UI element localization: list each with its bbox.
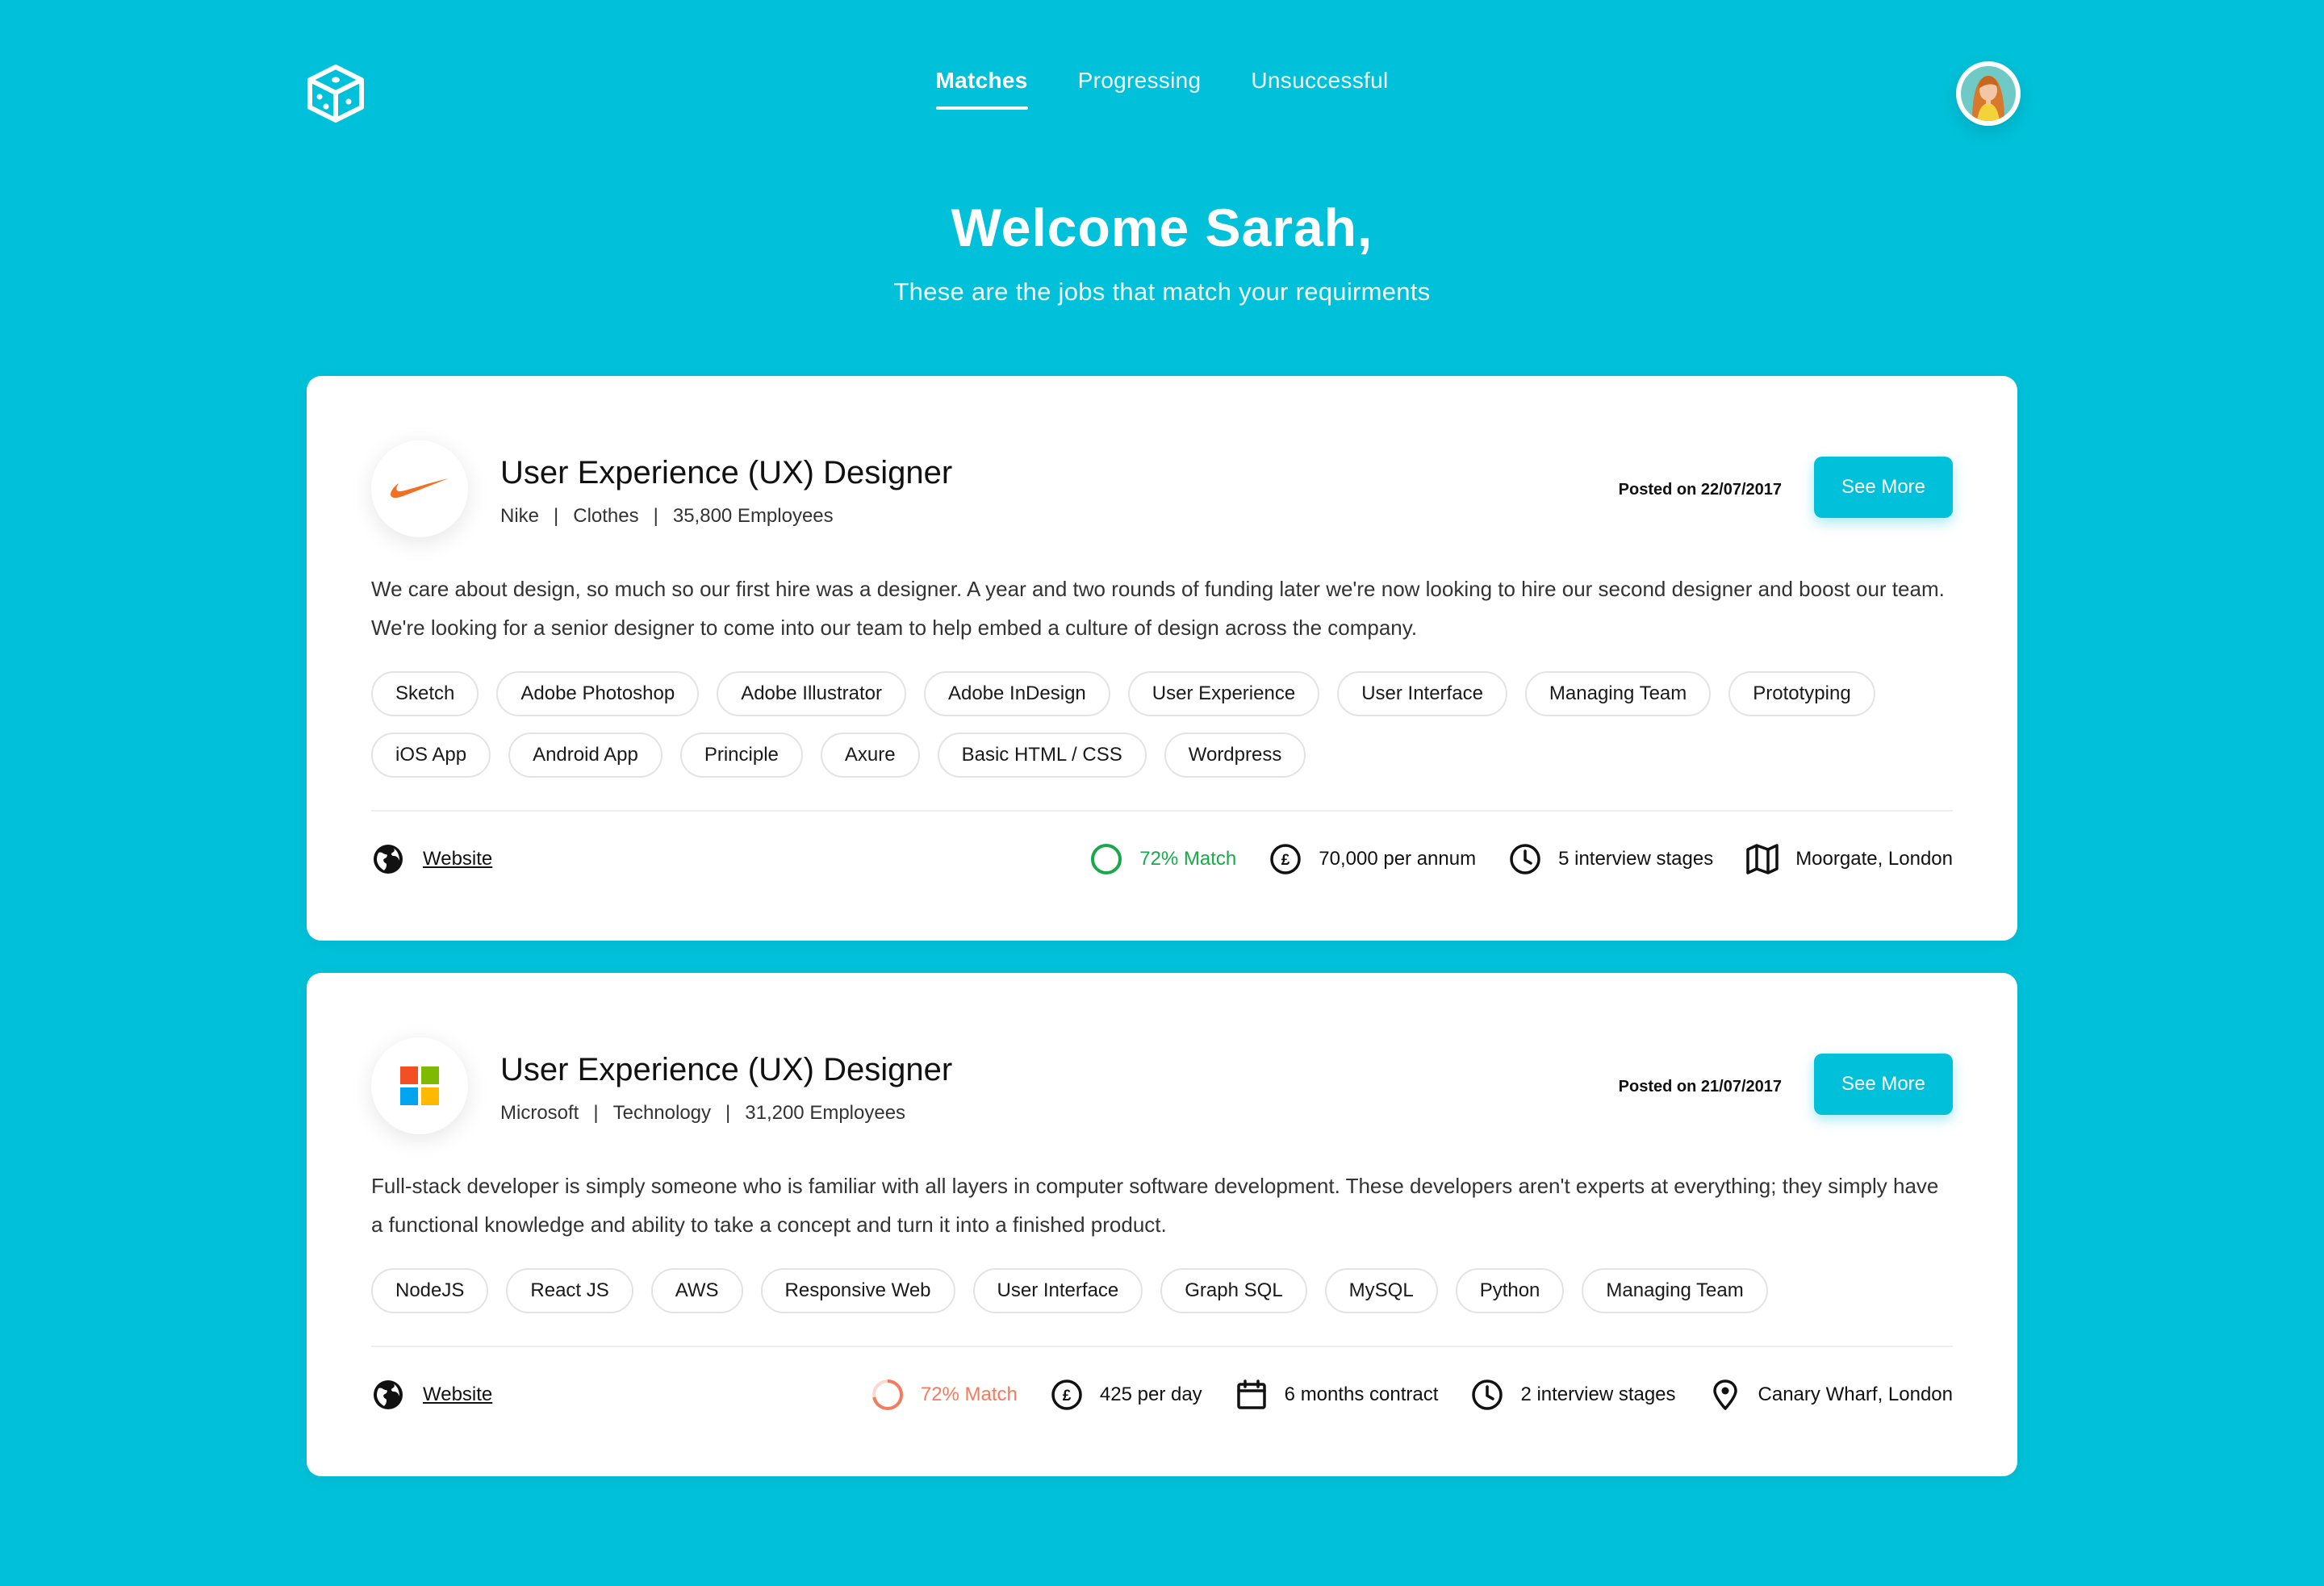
skill-tag[interactable]: Principle <box>679 732 803 778</box>
contract-label: 6 months contract <box>1284 1384 1439 1405</box>
svg-text:£: £ <box>1281 852 1290 869</box>
skill-tag[interactable]: Wordpress <box>1164 732 1306 778</box>
company-name: Microsoft <box>500 1102 579 1124</box>
salary-label: 70,000 per annum <box>1319 848 1477 870</box>
match-score: 72% Match <box>871 1378 1018 1412</box>
skill-tags: NodeJS React JS AWS Responsive Web User … <box>371 1268 1953 1313</box>
website-link[interactable]: Website <box>371 842 492 876</box>
skill-tag[interactable]: Adobe Illustrator <box>717 671 906 716</box>
contract-length: 6 months contract <box>1235 1378 1439 1412</box>
salary: £ 70,000 per annum <box>1269 842 1476 876</box>
clock-icon <box>1470 1378 1504 1412</box>
job-title[interactable]: User Experience (UX) Designer <box>500 455 952 491</box>
salary: £ 425 per day <box>1050 1378 1202 1412</box>
skill-tag[interactable]: User Interface <box>1337 671 1507 716</box>
company-meta: Nike | Clothes | 35,800 Employees <box>500 505 834 528</box>
skill-tag[interactable]: Android App <box>508 732 663 778</box>
location: Moorgate, London <box>1745 842 1953 876</box>
calendar-icon <box>1235 1378 1269 1412</box>
job-description: We care about design, so much so our fir… <box>371 577 1945 640</box>
posted-date: Posted on 22/07/2017 <box>1618 481 1782 499</box>
welcome-title: Welcome Sarah, <box>951 198 1373 257</box>
location-label: Canary Wharf, London <box>1758 1384 1953 1405</box>
see-more-button[interactable]: See More <box>1814 1054 1953 1115</box>
page: Matches Progressing Unsuccessful Welcome… <box>0 0 2324 1586</box>
company-meta: Microsoft | Technology | 31,200 Employees <box>500 1102 905 1125</box>
skill-tag[interactable]: NodeJS <box>371 1268 489 1313</box>
interview-label: 5 interview stages <box>1558 848 1714 870</box>
skill-tag[interactable]: Graph SQL <box>1160 1268 1307 1313</box>
job-title[interactable]: User Experience (UX) Designer <box>500 1052 952 1088</box>
skill-tag[interactable]: Adobe Photoshop <box>496 671 700 716</box>
skill-tag[interactable]: React JS <box>506 1268 633 1313</box>
match-ring-icon <box>1089 842 1123 876</box>
location-pin-icon <box>1708 1378 1742 1412</box>
skill-tag[interactable]: Responsive Web <box>760 1268 955 1313</box>
website-label: Website <box>423 848 493 870</box>
pound-icon: £ <box>1050 1378 1084 1412</box>
location-label: Moorgate, London <box>1795 848 1953 870</box>
company-employees: 35,800 Employees <box>672 505 834 527</box>
divider <box>371 810 1953 812</box>
job-card: User Experience (UX) Designer Nike | Cloth… <box>307 376 2017 941</box>
website-label: Website <box>423 1384 493 1405</box>
job-description: Full-stack developer is simply someone w… <box>371 1174 1939 1237</box>
salary-label: 425 per day <box>1099 1384 1202 1405</box>
match-label: 72% Match <box>920 1384 1018 1405</box>
tab-matches[interactable]: Matches <box>935 68 1028 110</box>
skill-tags: Sketch Adobe Photoshop Adobe Illustrator… <box>371 671 1953 778</box>
interview-stages: 5 interview stages <box>1508 842 1713 876</box>
meta-separator: | <box>725 1102 731 1124</box>
skill-tag[interactable]: Managing Team <box>1582 1268 1768 1313</box>
skill-tag[interactable]: iOS App <box>371 732 491 778</box>
skill-tag[interactable]: Managing Team <box>1524 671 1712 716</box>
pound-icon: £ <box>1269 842 1302 876</box>
company-name: Nike <box>500 505 540 527</box>
skill-tag[interactable]: AWS <box>650 1268 743 1313</box>
website-link[interactable]: Website <box>371 1378 492 1412</box>
posted-date: Posted on 21/07/2017 <box>1618 1078 1782 1096</box>
interview-label: 2 interview stages <box>1520 1384 1676 1405</box>
clock-icon <box>1508 842 1542 876</box>
nike-logo-icon <box>371 440 468 537</box>
location: Canary Wharf, London <box>1708 1378 1953 1412</box>
map-icon <box>1745 842 1779 876</box>
meta-separator: | <box>593 1102 599 1124</box>
match-score: 72% Match <box>1089 842 1236 876</box>
meta-separator: | <box>554 505 559 527</box>
company-industry: Clothes <box>573 505 639 527</box>
skill-tag[interactable]: MySQL <box>1324 1268 1438 1313</box>
avatar-photo <box>1961 66 2016 121</box>
divider <box>371 1346 1953 1347</box>
meta-separator: | <box>653 505 658 527</box>
skill-tag[interactable]: Adobe InDesign <box>923 671 1110 716</box>
job-stats: 72% Match £ 70,000 per annum 5 interview… <box>1089 842 1953 876</box>
skill-tag[interactable]: Sketch <box>371 671 479 716</box>
match-label: 72% Match <box>1139 848 1237 870</box>
globe-icon <box>371 842 405 876</box>
tab-progressing[interactable]: Progressing <box>1078 68 1202 110</box>
see-more-button[interactable]: See More <box>1814 457 1953 518</box>
skill-tag[interactable]: User Experience <box>1127 671 1320 716</box>
skill-tag[interactable]: Prototyping <box>1728 671 1875 716</box>
job-stats: 72% Match £ 425 per day 6 months contrac… <box>871 1378 1953 1412</box>
tab-unsuccessful[interactable]: Unsuccessful <box>1251 68 1388 110</box>
microsoft-logo-icon <box>371 1037 468 1134</box>
interview-stages: 2 interview stages <box>1470 1378 1676 1412</box>
match-ring-partial-icon <box>871 1378 905 1412</box>
welcome-hero: Welcome Sarah, These are the jobs that m… <box>0 197 2324 307</box>
skill-tag[interactable]: User Interface <box>972 1268 1143 1313</box>
job-card: User Experience (UX) Designer Microsoft |… <box>307 973 2017 1476</box>
skill-tag[interactable]: Axure <box>820 732 920 778</box>
welcome-subtitle: These are the jobs that match your requi… <box>893 278 1431 306</box>
company-employees: 31,200 Employees <box>745 1102 906 1124</box>
user-avatar[interactable] <box>1956 61 2021 126</box>
skill-tag[interactable]: Basic HTML / CSS <box>937 732 1147 778</box>
svg-text:£: £ <box>1063 1388 1072 1404</box>
skill-tag[interactable]: Python <box>1455 1268 1565 1313</box>
globe-icon <box>371 1378 405 1412</box>
company-industry: Technology <box>612 1102 712 1124</box>
